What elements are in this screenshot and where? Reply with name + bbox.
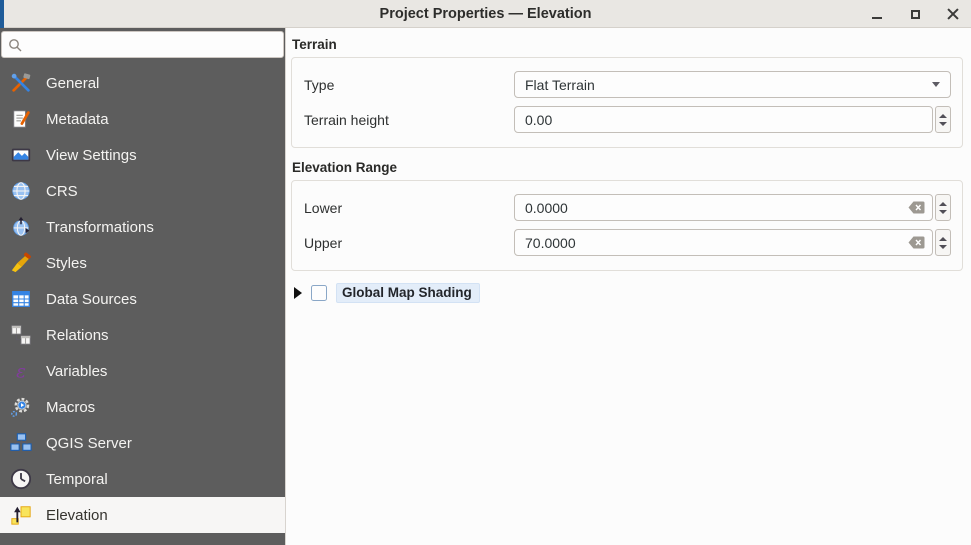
upper-input[interactable]	[525, 235, 900, 251]
minimize-icon	[872, 17, 882, 19]
elevation-settings-panel: Terrain Type Flat Terrain Terrain height	[285, 28, 971, 545]
sidebar-item-label: Data Sources	[46, 291, 137, 308]
project-properties-window: Project Properties — Elevation	[0, 0, 971, 545]
backspace-clear-icon	[908, 236, 925, 249]
elevation-icon	[9, 503, 33, 527]
sidebar-nav: General Metadata	[0, 65, 285, 545]
paintbrush-icon	[9, 251, 33, 275]
lower-field	[514, 194, 933, 221]
minimize-button[interactable]	[869, 6, 885, 22]
terrain-height-row: Terrain height	[304, 106, 951, 133]
sidebar-item-variables[interactable]: ε Variables	[0, 353, 285, 389]
terrain-groupbox: Type Flat Terrain Terrain height	[291, 57, 963, 148]
sidebar-item-metadata[interactable]: Metadata	[0, 101, 285, 137]
sidebar-item-styles[interactable]: Styles	[0, 245, 285, 281]
lower-spinner[interactable]	[935, 194, 951, 221]
spin-down-icon[interactable]	[939, 245, 947, 249]
terrain-height-input[interactable]	[525, 112, 926, 128]
epsilon-icon: ε	[9, 359, 33, 383]
sidebar-item-label: Elevation	[46, 507, 108, 524]
table-icon	[9, 287, 33, 311]
metadata-icon	[9, 107, 33, 131]
clock-icon	[9, 467, 33, 491]
clear-value-button[interactable]	[906, 200, 926, 216]
search-input[interactable]	[27, 37, 277, 52]
tools-icon	[9, 71, 33, 95]
expand-arrow-icon[interactable]	[294, 287, 302, 299]
transformations-icon	[9, 215, 33, 239]
terrain-type-row: Type Flat Terrain	[304, 71, 951, 98]
sidebar-item-label: Temporal	[46, 471, 108, 488]
spin-up-icon[interactable]	[939, 114, 947, 118]
upper-row: Upper	[304, 229, 951, 256]
terrain-height-field	[514, 106, 933, 133]
globe-icon	[9, 179, 33, 203]
spin-up-icon[interactable]	[939, 202, 947, 206]
sidebar-item-temporal[interactable]: Temporal	[0, 461, 285, 497]
sidebar-item-label: General	[46, 75, 99, 92]
titlebar: Project Properties — Elevation	[0, 0, 971, 28]
sidebar-item-data-sources[interactable]: Data Sources	[0, 281, 285, 317]
sidebar-item-label: View Settings	[46, 147, 137, 164]
sidebar-item-label: Relations	[46, 327, 109, 344]
svg-text:ε: ε	[16, 361, 26, 382]
elevation-range-groupbox: Lower	[291, 180, 963, 271]
sidebar-item-label: Transformations	[46, 219, 154, 236]
spin-down-icon[interactable]	[939, 210, 947, 214]
clear-value-button[interactable]	[906, 235, 926, 251]
window-controls	[869, 0, 961, 28]
sidebar-item-general[interactable]: General	[0, 65, 285, 101]
terrain-section-title: Terrain	[292, 37, 963, 52]
titlebar-accent	[0, 0, 4, 28]
chevron-down-icon	[932, 82, 940, 87]
lower-label: Lower	[304, 200, 514, 216]
sidebar-item-transformations[interactable]: Transformations	[0, 209, 285, 245]
backspace-clear-icon	[908, 201, 925, 214]
sidebar-item-view-settings[interactable]: View Settings	[0, 137, 285, 173]
sidebar-item-label: Macros	[46, 399, 95, 416]
maximize-icon	[911, 10, 920, 19]
sidebar-item-elevation[interactable]: Elevation	[0, 497, 285, 533]
close-button[interactable]	[945, 6, 961, 22]
sidebar-item-label: Metadata	[46, 111, 109, 128]
upper-field	[514, 229, 933, 256]
sidebar-item-label: Variables	[46, 363, 107, 380]
terrain-type-label: Type	[304, 77, 514, 93]
window-title: Project Properties — Elevation	[0, 6, 971, 22]
sidebar-search[interactable]	[1, 31, 284, 58]
view-settings-icon	[9, 143, 33, 167]
terrain-type-value: Flat Terrain	[525, 77, 932, 93]
sidebar-item-label: Styles	[46, 255, 87, 272]
elevation-range-section-title: Elevation Range	[292, 160, 963, 175]
macro-gear-icon	[9, 395, 33, 419]
upper-label: Upper	[304, 235, 514, 251]
sidebar: General Metadata	[0, 28, 285, 545]
close-icon	[947, 8, 959, 20]
spin-up-icon[interactable]	[939, 237, 947, 241]
sidebar-item-label: CRS	[46, 183, 78, 200]
relations-icon	[9, 323, 33, 347]
global-map-shading-label[interactable]: Global Map Shading	[336, 283, 480, 303]
lower-input[interactable]	[525, 200, 900, 216]
sidebar-item-crs[interactable]: CRS	[0, 173, 285, 209]
server-icon	[9, 431, 33, 455]
lower-row: Lower	[304, 194, 951, 221]
global-map-shading-checkbox[interactable]	[311, 285, 327, 301]
search-icon	[8, 38, 22, 52]
terrain-height-label: Terrain height	[304, 112, 514, 128]
upper-spinner[interactable]	[935, 229, 951, 256]
sidebar-item-macros[interactable]: Macros	[0, 389, 285, 425]
global-map-shading-row: Global Map Shading	[294, 283, 963, 303]
spin-down-icon[interactable]	[939, 122, 947, 126]
sidebar-item-relations[interactable]: Relations	[0, 317, 285, 353]
sidebar-item-label: QGIS Server	[46, 435, 132, 452]
terrain-height-spinner[interactable]	[935, 106, 951, 133]
terrain-type-combobox[interactable]: Flat Terrain	[514, 71, 951, 98]
maximize-button[interactable]	[907, 6, 923, 22]
sidebar-item-qgis-server[interactable]: QGIS Server	[0, 425, 285, 461]
